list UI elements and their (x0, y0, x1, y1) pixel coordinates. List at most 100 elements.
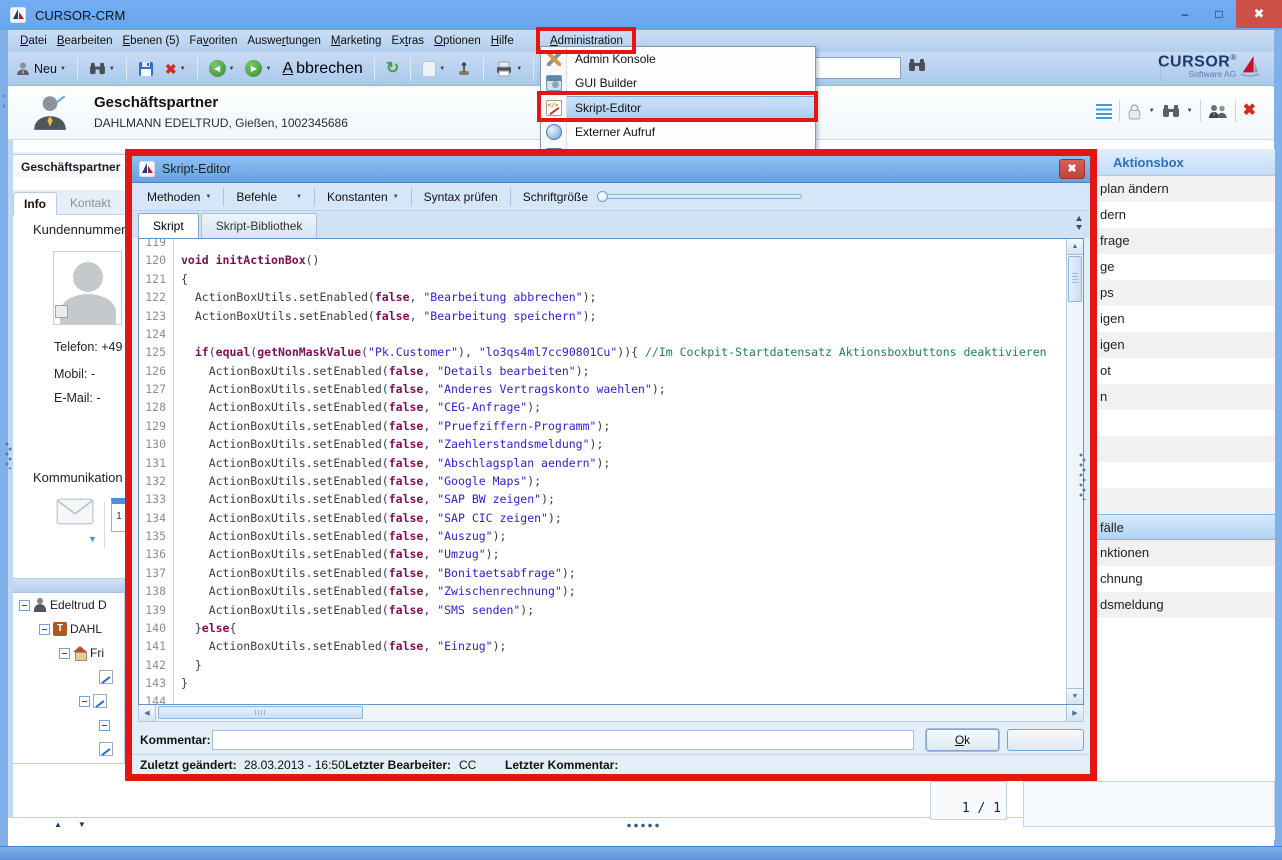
chevron-down-icon[interactable]: ▼ (60, 66, 66, 72)
actionbox-item-igen[interactable]: igen (1097, 306, 1275, 332)
vertical-scroll-thumb[interactable] (1068, 256, 1082, 302)
code-editor[interactable]: 119120void initActionBox()121{122 Action… (138, 238, 1084, 705)
lock-icon[interactable] (1127, 103, 1142, 120)
splitter-handle-left[interactable] (5, 441, 12, 469)
chevron-down-icon[interactable]: ▼ (516, 66, 522, 72)
methoden-button[interactable]: Methoden▼ (140, 187, 218, 207)
cancel-button[interactable]: Abbrechen (279, 58, 365, 80)
copy-button[interactable]: ▼ (419, 59, 448, 79)
actionbox-item-ot[interactable]: ot (1097, 358, 1275, 384)
chevron-down-icon[interactable]: ▼ (265, 66, 271, 72)
ok-button[interactable]: Ok (926, 729, 999, 751)
print-button[interactable]: ▼ (492, 59, 525, 79)
panel-collapse-arrows[interactable]: ‹› (0, 92, 8, 112)
fontsize-slider-thumb[interactable] (597, 191, 608, 202)
actionbox-item-dsmeldung[interactable]: dsmeldung (1097, 592, 1275, 618)
control-button[interactable] (453, 59, 475, 79)
menubar-item-bearbeiten[interactable]: Bearbeiten (53, 30, 117, 52)
menu-item-externer-aufruf[interactable]: Externer Aufruf (541, 120, 815, 144)
actionbox-item-n[interactable]: n (1097, 384, 1275, 410)
chevron-down-icon[interactable]: ▼ (1187, 108, 1193, 114)
scroll-up-icon[interactable]: ▲ (1067, 239, 1083, 255)
expander-icon[interactable] (19, 600, 30, 611)
actionbox-item[interactable] (1097, 410, 1275, 436)
chevron-down-icon[interactable]: ▼ (439, 66, 445, 72)
tab-scroll-arrows[interactable] (1075, 215, 1084, 231)
actionbox-item-ps[interactable]: ps (1097, 280, 1275, 306)
menubar-item-ebenen-5[interactable]: Ebenen (5) (119, 30, 184, 52)
tree-row[interactable] (13, 737, 124, 761)
menubar-item-extras[interactable]: Extras (387, 30, 428, 52)
tree-row[interactable]: Fri (13, 641, 124, 665)
scroll-left-icon[interactable]: ◀ (139, 705, 156, 721)
syntax-pruefen-button[interactable]: Syntax prüfen (417, 187, 505, 207)
photo-edit-icon[interactable] (55, 305, 68, 318)
horizontal-scroll-thumb[interactable] (158, 706, 363, 719)
splitter-handle-right[interactable] (1079, 452, 1086, 500)
tab-kontakt[interactable]: Kontakt (60, 192, 121, 215)
horizontal-scrollbar[interactable]: ◀ ▶ (138, 705, 1084, 722)
expander-icon[interactable] (99, 720, 110, 731)
delete-button[interactable]: ✖ ▼ (162, 60, 189, 78)
footer-collapse-arrows[interactable]: ▲ ▼ (54, 820, 86, 829)
tree-row[interactable] (13, 713, 124, 737)
tab-info[interactable]: Info (13, 192, 57, 215)
save-button[interactable] (135, 59, 157, 79)
cancel-button[interactable] (1007, 729, 1084, 751)
close-record-icon[interactable]: ✖ (1243, 103, 1256, 119)
actionbox-item-fälle[interactable]: fälle (1097, 514, 1275, 540)
menubar-item-favoriten[interactable]: Favoriten (185, 30, 241, 52)
list-menu-icon[interactable] (1096, 104, 1112, 119)
befehle-button[interactable]: Befehle▼ (229, 187, 309, 207)
fontsize-slider[interactable] (597, 194, 802, 199)
actionbox-item-plan-ändern[interactable]: plan ändern (1097, 176, 1275, 202)
back-button[interactable]: ◀ ▼ (206, 58, 238, 79)
actionbox-item[interactable] (1097, 462, 1275, 488)
tab-skript[interactable]: Skript (138, 213, 199, 238)
tree-row[interactable]: DAHL (13, 617, 124, 641)
envelope-dropdown-icon[interactable]: ▼ (88, 534, 97, 544)
new-button[interactable]: Neu ▼ (12, 59, 69, 79)
people-icon[interactable] (1208, 104, 1228, 119)
maximize-button[interactable]: □ (1202, 0, 1236, 28)
menubar-item-optionen[interactable]: Optionen (430, 30, 485, 52)
dialog-close-button[interactable]: ✖ (1059, 159, 1085, 179)
konstanten-button[interactable]: Konstanten▼ (320, 187, 406, 207)
menubar-item-marketing[interactable]: Marketing (327, 30, 386, 52)
chevron-down-icon[interactable]: ▼ (180, 66, 186, 72)
menubar-item-auswertungen[interactable]: Auswertungen (243, 30, 325, 52)
minimize-button[interactable]: – (1168, 0, 1202, 28)
actionbox-item-igen[interactable]: igen (1097, 332, 1275, 358)
chevron-down-icon[interactable]: ▼ (1149, 108, 1155, 114)
scroll-right-icon[interactable]: ▶ (1066, 705, 1083, 721)
binoculars-icon[interactable] (1162, 104, 1180, 118)
dialog-titlebar[interactable]: Skript-Editor ✖ (132, 156, 1090, 183)
refresh-button[interactable]: ↻ (383, 59, 402, 79)
expander-icon[interactable] (39, 624, 50, 635)
tree-row[interactable] (13, 665, 124, 689)
actionbox-item-nktionen[interactable]: nktionen (1097, 540, 1275, 566)
splitter-handle-bottom[interactable] (626, 823, 662, 828)
menubar-item-hilfe[interactable]: Hilfe (487, 30, 518, 52)
actionbox-item-frage[interactable]: frage (1097, 228, 1275, 254)
close-button[interactable]: ✖ (1236, 0, 1282, 28)
tree-row[interactable] (13, 689, 124, 713)
actionbox-item[interactable] (1097, 436, 1275, 462)
forward-button[interactable]: ▶ ▼ (242, 58, 274, 79)
quick-search-button[interactable] (908, 58, 926, 72)
tab-geschaeftspartner[interactable]: Geschäftspartner (12, 154, 129, 178)
chevron-down-icon[interactable]: ▼ (109, 66, 115, 72)
comment-input[interactable] (212, 730, 914, 750)
actionbox-item-ge[interactable]: ge (1097, 254, 1275, 280)
menubar-item-datei[interactable]: Datei (16, 30, 51, 52)
expander-icon[interactable] (79, 696, 90, 707)
actionbox-item-dern[interactable]: dern (1097, 202, 1275, 228)
actionbox-item[interactable] (1097, 488, 1275, 514)
email-envelope-icon[interactable] (56, 498, 94, 525)
search-button[interactable]: ▼ (86, 60, 118, 77)
chevron-down-icon[interactable]: ▼ (229, 66, 235, 72)
scroll-down-icon[interactable]: ▼ (1067, 688, 1083, 704)
actionbox-item-chnung[interactable]: chnung (1097, 566, 1275, 592)
expander-icon[interactable] (59, 648, 70, 659)
tab-skript-bibliothek[interactable]: Skript-Bibliothek (201, 213, 318, 238)
